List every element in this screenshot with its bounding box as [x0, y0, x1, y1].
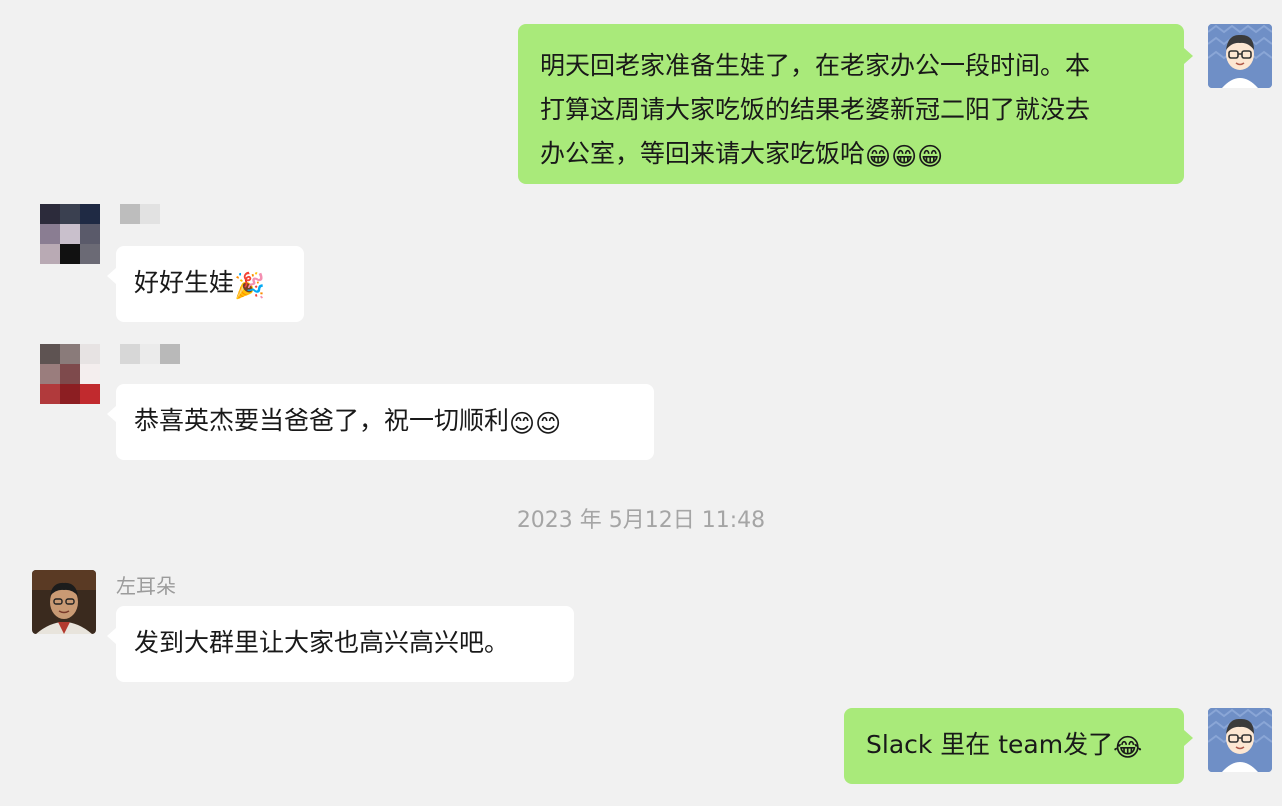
- message-text-line: 打算这周请大家吃饭的结果老婆新冠二阳了就没去: [540, 95, 1091, 124]
- message-bubble-incoming[interactable]: 恭喜英杰要当爸爸了，祝一切顺利😊😊: [116, 384, 654, 460]
- message-text-line: 办公室，等回来请大家吃饭哈: [540, 139, 866, 168]
- blurred-avatar-mosaic: [40, 344, 100, 404]
- sender-avatar-blurred[interactable]: [40, 344, 100, 404]
- person-photo-avatar-icon: [32, 570, 96, 634]
- chat-timestamp: 2023 年 5月12日 11:48: [516, 508, 766, 533]
- message-bubble-incoming[interactable]: 发到大群里让大家也高兴高兴吧。: [116, 606, 574, 682]
- party-popper-icon: 🎉: [234, 271, 266, 300]
- sender-avatar-blurred[interactable]: [40, 204, 100, 264]
- message-text: Slack 里在 team发了: [866, 730, 1114, 759]
- bubble-tail: [107, 628, 116, 644]
- sender-name: 左耳朵: [116, 574, 176, 598]
- sender-avatar-zuoerduo[interactable]: [32, 570, 96, 634]
- grinning-face-icon: 😁: [865, 142, 892, 171]
- message-bubble-outgoing[interactable]: Slack 里在 team发了😂: [844, 708, 1184, 784]
- grinning-face-icon: 😁: [917, 142, 944, 171]
- message-text: 发到大群里让大家也高兴高兴吧。: [134, 628, 510, 657]
- message-text: 好好生娃: [134, 268, 235, 297]
- message-text: 恭喜英杰要当爸爸了，祝一切顺利: [134, 406, 510, 435]
- smiling-face-icon: 😊: [535, 409, 562, 438]
- bubble-tail: [107, 268, 116, 284]
- my-avatar[interactable]: [1208, 708, 1272, 772]
- message-text-line: 明天回老家准备生娃了，在老家办公一段时间。本: [540, 51, 1091, 80]
- smiling-face-icon: 😊: [509, 409, 536, 438]
- grinning-face-icon: 😁: [891, 142, 918, 171]
- cartoon-man-avatar-icon: [1208, 708, 1272, 772]
- tears-of-joy-icon: 😂: [1113, 733, 1143, 762]
- my-avatar[interactable]: [1208, 24, 1272, 88]
- message-text-line-with-emoji: 办公室，等回来请大家吃饭哈😁😁😁: [540, 132, 1166, 176]
- bubble-tail: [1184, 48, 1193, 64]
- blurred-avatar-mosaic: [40, 204, 100, 264]
- sender-name-blurred: [120, 204, 160, 224]
- bubble-tail: [107, 406, 116, 422]
- cartoon-man-avatar-icon: [1208, 24, 1272, 88]
- bubble-tail: [1184, 730, 1193, 746]
- message-bubble-outgoing[interactable]: 明天回老家准备生娃了，在老家办公一段时间。本 打算这周请大家吃饭的结果老婆新冠二…: [518, 24, 1184, 184]
- sender-name-blurred: [120, 344, 180, 364]
- message-bubble-incoming[interactable]: 好好生娃🎉: [116, 246, 304, 322]
